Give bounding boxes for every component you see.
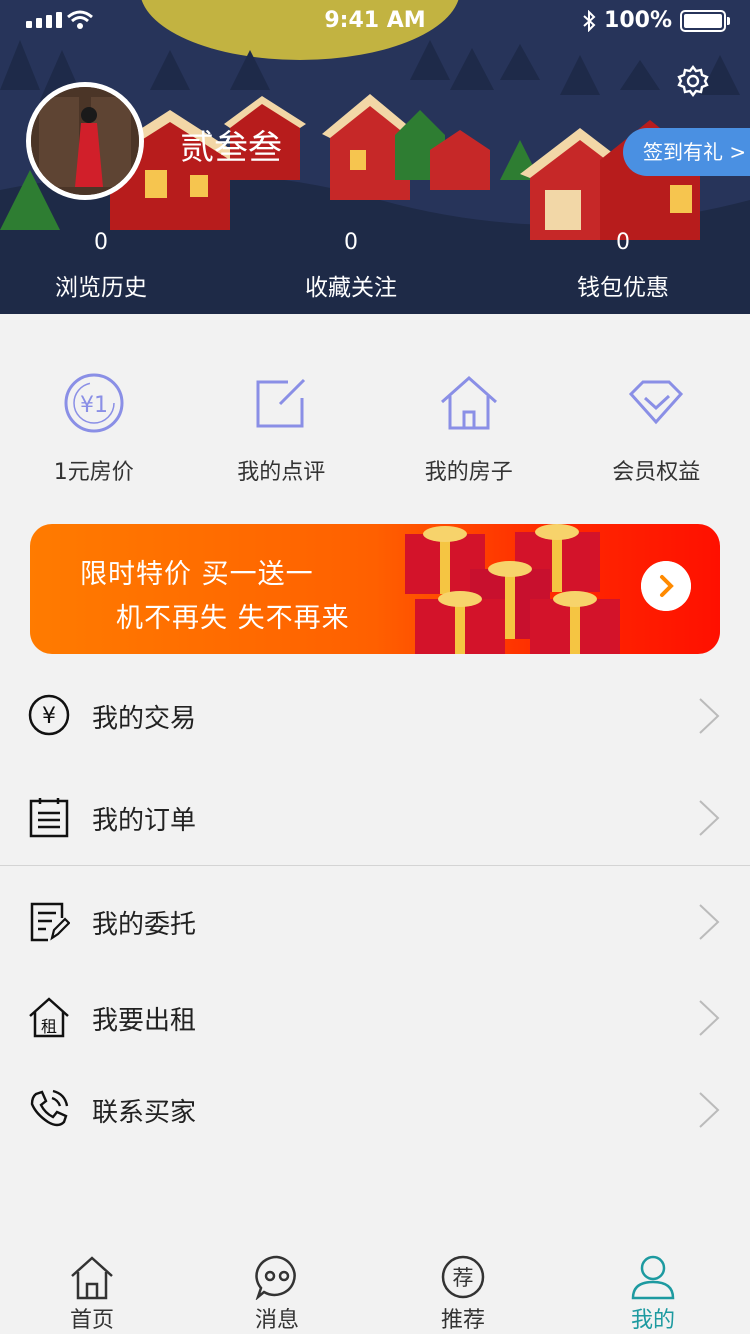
quick-action-label: 我的房子 [424, 460, 513, 485]
chevron-right-icon [699, 904, 720, 940]
tab-messages[interactable]: 消息 [184, 1246, 370, 1334]
phone-call-icon [30, 1089, 69, 1127]
menu-label: 我的委托 [92, 910, 197, 940]
signin-reward-button[interactable]: 签到有礼 > [623, 128, 750, 176]
menu-my-transactions[interactable]: ¥ 我的交易 [0, 670, 750, 760]
message-icon [255, 1255, 296, 1300]
section-divider [0, 865, 750, 866]
quick-action-label: 1元房价 [53, 460, 134, 485]
quick-actions: ¥1 1元房价 我的点评 我的房子 会员权益 [0, 370, 750, 486]
quick-action-label: 会员权益 [612, 460, 701, 485]
menu-rent-out[interactable]: 租 我要出租 [0, 972, 750, 1062]
stat-label: 浏览历史 [55, 275, 147, 301]
chevron-right-icon [699, 800, 720, 836]
quick-action-label: 我的点评 [237, 460, 326, 485]
menu-label: 我要出租 [92, 1006, 197, 1036]
tab-label: 推荐 [440, 1308, 485, 1333]
profile-icon [631, 1255, 675, 1300]
promo-banner[interactable]: 限时特价 买一送一 机不再失 失不再来 [30, 524, 720, 654]
tab-label: 我的 [630, 1308, 675, 1333]
stat-label: 钱包优惠 [577, 275, 669, 301]
username: 贰叁叁 [180, 128, 282, 168]
menu-contact-buyer[interactable]: 联系买家 [0, 1064, 750, 1154]
battery-icon [680, 9, 730, 32]
quick-action-member-benefits[interactable]: 会员权益 [563, 370, 750, 486]
menu-my-commissions[interactable]: 我的委托 [0, 876, 750, 966]
svg-text:租: 租 [41, 1017, 57, 1036]
stat-favorites[interactable]: 0 收藏关注 [226, 228, 476, 310]
rent-house-icon: 租 [29, 997, 69, 1038]
quick-action-one-yuan-price[interactable]: ¥1 1元房价 [0, 370, 188, 486]
stat-label: 收藏关注 [305, 275, 397, 301]
menu-my-orders[interactable]: 我的订单 [0, 772, 750, 862]
commission-doc-icon [30, 902, 70, 942]
edit-icon [256, 378, 306, 428]
chevron-right-icon [699, 1000, 720, 1036]
order-list-icon [29, 798, 69, 838]
tab-recommend[interactable]: 荐 推荐 [370, 1246, 556, 1334]
bottom-tab-bar: 首页 消息 荐 推荐 我的 [0, 1246, 750, 1334]
chevron-right-icon[interactable] [641, 561, 691, 611]
house-icon [440, 375, 497, 430]
recommend-icon: 荐 [441, 1255, 485, 1299]
stat-wallet-coupons[interactable]: 0 钱包优惠 [498, 228, 748, 310]
diamond-icon [629, 380, 684, 425]
svg-text:¥1: ¥1 [80, 393, 108, 418]
menu-label: 我的订单 [92, 806, 197, 836]
quick-action-my-reviews[interactable]: 我的点评 [188, 370, 376, 486]
tab-label: 消息 [254, 1308, 299, 1333]
chevron-right-icon [699, 698, 720, 734]
bluetooth-icon [583, 9, 596, 32]
promo-line-2: 机不再失 失不再来 [116, 603, 350, 634]
status-bar: 9:41 AM 100% [0, 0, 750, 40]
menu-label: 我的交易 [92, 704, 197, 734]
profile-header: 9:41 AM 100% 贰叁叁 签到有礼 > 0 浏览历史 0 收藏关注 0 … [0, 0, 750, 314]
tab-label: 首页 [69, 1308, 114, 1333]
stat-browse-history[interactable]: 0 浏览历史 [0, 228, 226, 310]
gift-boxes-illustration [405, 524, 620, 654]
stat-value: 0 [94, 230, 108, 255]
tab-home[interactable]: 首页 [0, 1246, 184, 1334]
yuan-coin-icon: ¥1 [64, 373, 124, 433]
profile-stats: 0 浏览历史 0 收藏关注 0 钱包优惠 [0, 228, 750, 310]
chevron-right-icon [699, 1092, 720, 1128]
stat-value: 0 [344, 230, 358, 255]
promo-line-1: 限时特价 买一送一 [80, 559, 314, 590]
menu-label: 联系买家 [92, 1098, 197, 1128]
settings-gear-icon[interactable] [676, 64, 710, 98]
svg-text:¥: ¥ [42, 704, 56, 729]
avatar[interactable] [26, 82, 144, 200]
home-icon [71, 1256, 113, 1300]
yuan-circle-icon: ¥ [28, 694, 70, 736]
battery-percent: 100% [604, 8, 672, 33]
quick-action-my-house[interactable]: 我的房子 [375, 370, 563, 486]
tab-profile[interactable]: 我的 [556, 1246, 750, 1334]
stat-value: 0 [616, 230, 630, 255]
svg-text:荐: 荐 [453, 1266, 474, 1290]
